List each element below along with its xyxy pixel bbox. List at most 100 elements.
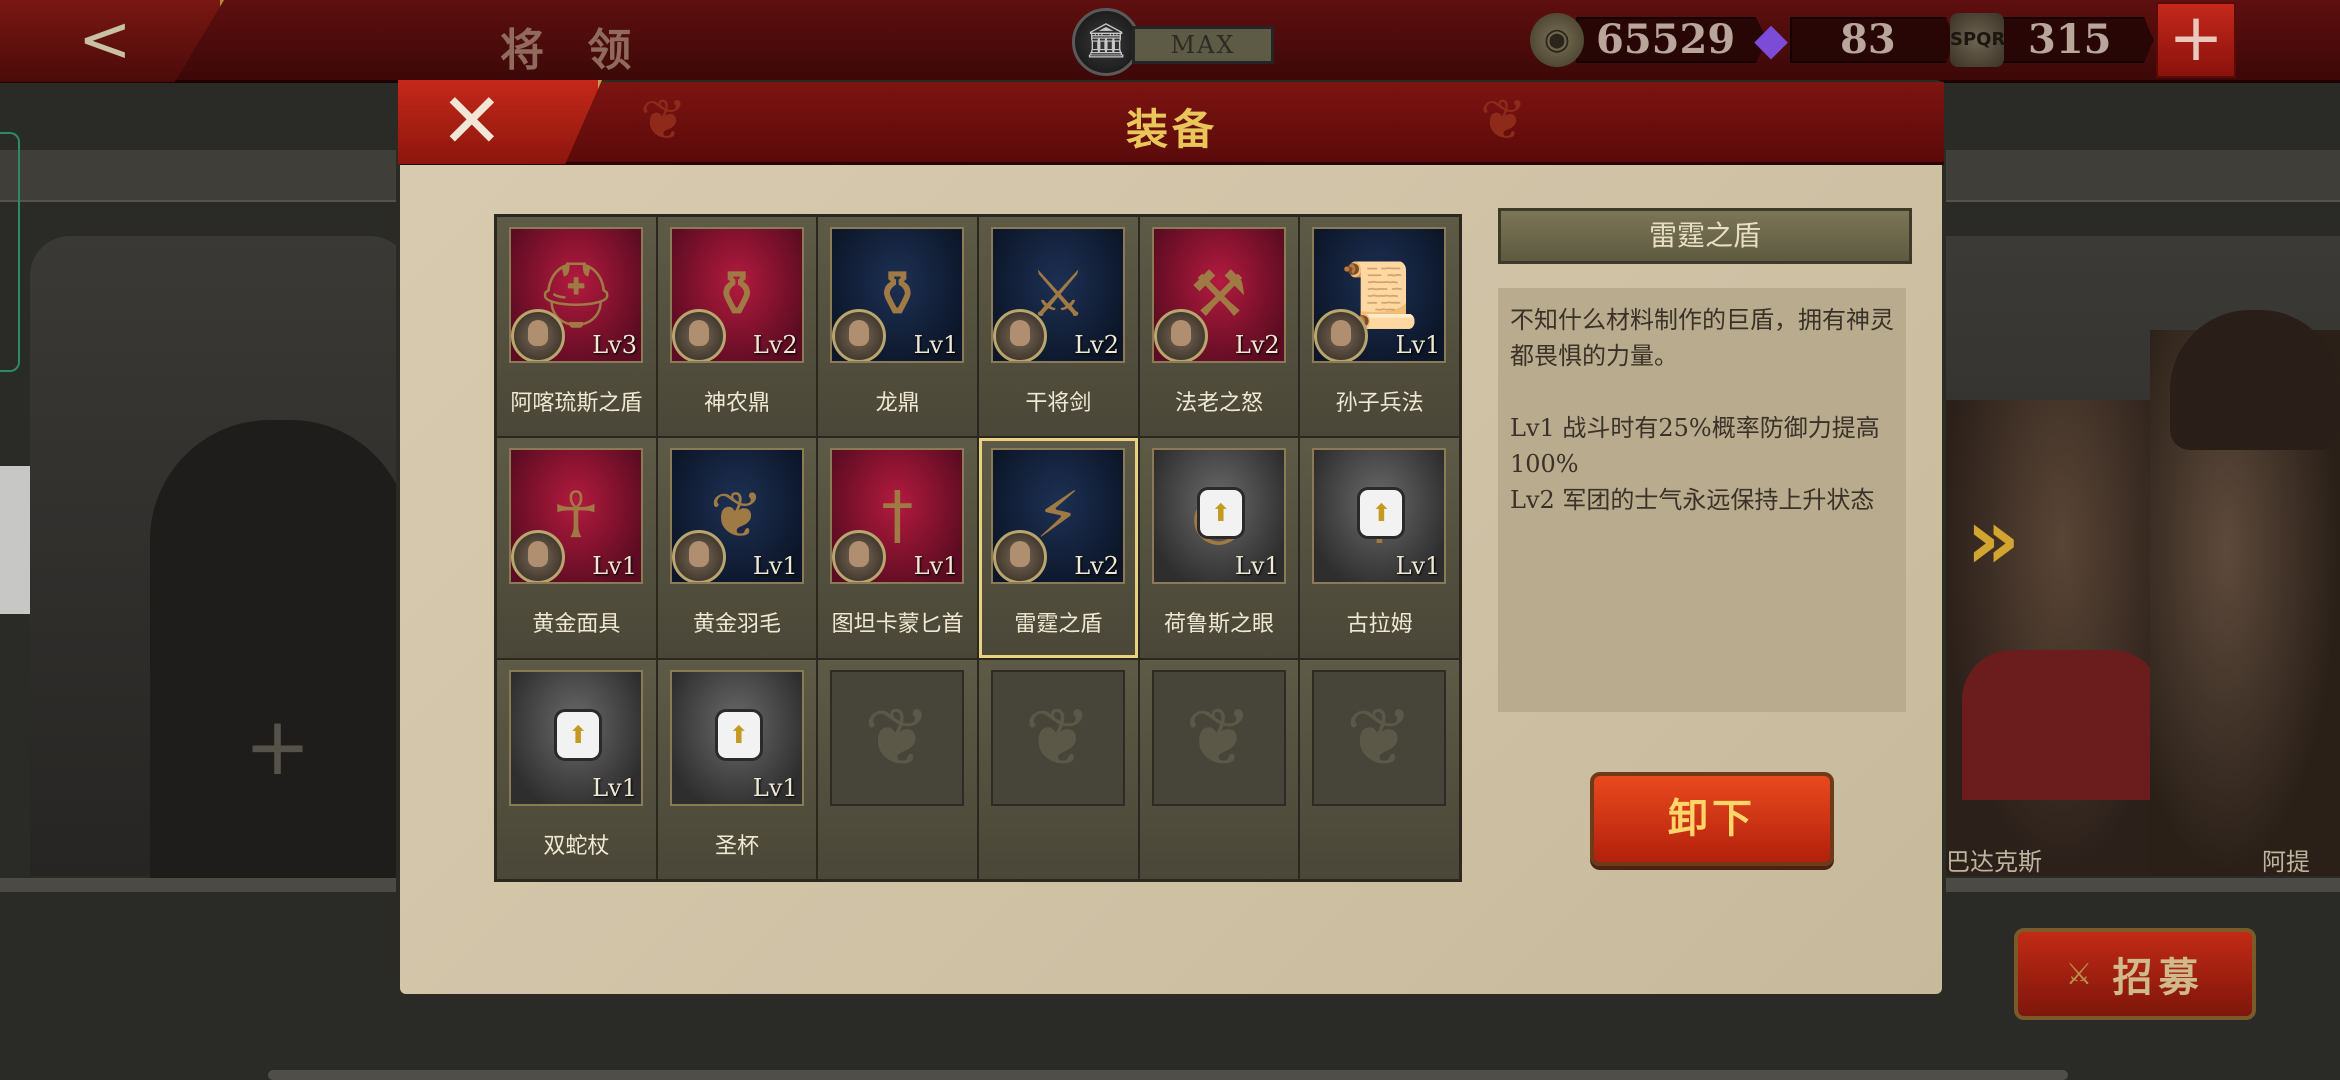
laurel-placeholder-icon: ❦ (991, 669, 1125, 806)
laurel-placeholder-icon: ❦ (830, 669, 965, 806)
item-name: 雷霆之盾 (1014, 612, 1103, 638)
back-button[interactable]: < (0, 0, 224, 82)
item-name: 图坦卡蒙匕首 (831, 612, 964, 638)
add-hero-icon[interactable]: + (244, 700, 311, 793)
gem-counter: ◆ 83 (1744, 10, 1956, 70)
equipment-slot[interactable]: ⚕⬆Lv1双蛇杖 (496, 658, 657, 880)
equipment-slot[interactable]: ♆⬆Lv1圣杯 (656, 658, 818, 880)
dialog-header: ❦ ❦ 装备 (400, 82, 1944, 165)
equipment-slot[interactable]: ⛑ Lv3 阿喀琉斯之盾 (496, 216, 657, 438)
unequip-button[interactable]: 卸下 (1590, 772, 1834, 866)
item-icon-frame: ⚱ Lv2 (669, 227, 804, 363)
laurel-placeholder-icon: ❦ (1151, 669, 1286, 806)
item-icon-frame: ◉⬆Lv1 (1151, 448, 1286, 585)
close-icon: ✕ (440, 76, 504, 165)
hero-name: 阿提 (2262, 848, 2310, 876)
equipment-slot[interactable]: ⚔ Lv2 干将剑 (978, 216, 1139, 438)
temple-icon: 🏛 (1072, 8, 1140, 76)
hero-avatar (993, 309, 1047, 361)
lock-icon: ⬆ (1199, 490, 1242, 537)
item-icon-frame: ☥ Lv1 (509, 448, 643, 585)
item-description-panel: 不知什么材料制作的巨盾，拥有神灵都畏惧的力量。 Lv1 战斗时有25%概率防御力… (1498, 288, 1906, 712)
back-arrow-icon: < (78, 3, 132, 77)
equipment-slot[interactable]: ◉⬆Lv1荷鲁斯之眼 (1138, 437, 1300, 659)
honor-counter: SPQR 315 (1950, 10, 2154, 70)
dialog-title: 装备 (1125, 105, 1218, 154)
item-icon-frame: ⚡ Lv2 (991, 448, 1125, 585)
coin-counter: ◉ 65529 (1530, 10, 1768, 70)
item-name: 圣杯 (714, 833, 759, 859)
hero-avatar (1314, 309, 1369, 361)
equipment-slot[interactable]: ❦ Lv1 黄金羽毛 (656, 437, 818, 659)
item-icon-frame: 📜 Lv1 (1312, 227, 1447, 363)
empty-equipment-slot[interactable]: ❦ (978, 658, 1139, 880)
item-level: Lv3 (592, 331, 637, 359)
equipment-slot[interactable]: ⚱ Lv2 神农鼎 (656, 216, 818, 438)
next-arrow-icon[interactable]: » (1966, 490, 2020, 588)
item-name: 黄金羽毛 (692, 612, 781, 638)
equipment-slot[interactable]: † Lv1 图坦卡蒙匕首 (817, 437, 978, 659)
empty-equipment-slot[interactable]: ❦ (1299, 658, 1460, 880)
scroll-track[interactable] (268, 1070, 2068, 1080)
item-level: Lv1 (1395, 331, 1441, 359)
coin-amount: 65529 (1576, 17, 1768, 63)
item-name: 古拉姆 (1346, 612, 1413, 638)
item-title: 雷霆之盾 (1498, 208, 1912, 264)
lock-icon: ⬆ (557, 711, 599, 758)
item-description: 不知什么材料制作的巨盾，拥有神灵都畏惧的力量。 (1510, 306, 1894, 370)
item-icon-frame: ⚱ Lv1 (830, 227, 965, 363)
item-name: 法老之怒 (1174, 391, 1263, 416)
item-name: 神农鼎 (703, 391, 770, 416)
honor-amount: 315 (1996, 17, 2154, 63)
item-icon-frame: ❦ Lv1 (669, 448, 804, 585)
item-name: 龙鼎 (875, 391, 920, 416)
lock-icon: ⬆ (1360, 490, 1403, 537)
item-level: Lv2 (752, 331, 798, 359)
add-currency-button[interactable]: + (2156, 2, 2236, 78)
gem-amount: 83 (1790, 17, 1956, 63)
spartan-helmet-icon: ⚔ (2065, 956, 2099, 992)
item-name: 荷鲁斯之眼 (1163, 612, 1274, 638)
hero-portrait[interactable] (1942, 400, 2182, 876)
equipment-slot[interactable]: ☥ Lv1 黄金面具 (496, 437, 657, 659)
item-name: 干将剑 (1025, 391, 1092, 416)
hero-avatar (832, 309, 887, 361)
recruit-label: 招募 (2112, 954, 2205, 1001)
item-level: Lv1 (913, 552, 959, 581)
item-level: Lv1 (592, 773, 637, 802)
coin-icon: ◉ (1530, 13, 1584, 67)
item-level: Lv1 (752, 552, 798, 581)
item-name: 双蛇杖 (543, 833, 610, 859)
equipment-slot[interactable]: †⬆Lv1古拉姆 (1299, 437, 1460, 659)
hero-silhouette (150, 420, 410, 880)
item-level: Lv2 (1234, 331, 1280, 359)
recruit-button[interactable]: ⚔ 招募 (2014, 928, 2256, 1020)
item-level: Lv2 (1074, 331, 1119, 359)
hero-avatar (993, 530, 1047, 583)
item-icon-frame: ⛑ Lv3 (509, 227, 643, 363)
top-bar: < 将 领 🏛 MAX ◉ 65529 ◆ 83 SPQR 315 + (0, 0, 2340, 83)
equipment-slot[interactable]: 📜 Lv1 孙子兵法 (1299, 216, 1460, 438)
item-level: Lv1 (913, 331, 959, 359)
lock-icon: ⬆ (717, 711, 760, 758)
equipment-slot[interactable]: ⚒ Lv2 法老之怒 (1138, 216, 1300, 438)
item-level: Lv1 (1234, 552, 1280, 581)
hero-name: 巴达克斯 (1946, 848, 2042, 876)
item-name: 孙子兵法 (1335, 391, 1424, 416)
item-icon-frame: ⚔ Lv2 (991, 227, 1125, 363)
item-level: Lv1 (752, 773, 798, 802)
hero-avatar (671, 309, 726, 361)
empty-equipment-slot[interactable]: ❦ (1138, 658, 1300, 880)
gem-icon: ◆ (1754, 14, 1788, 65)
item-level: Lv2 (1074, 552, 1119, 581)
item-icon-frame: † Lv1 (830, 448, 965, 585)
laurel-placeholder-icon: ❦ (1312, 669, 1447, 806)
equipment-slot[interactable]: ⚱ Lv1 龙鼎 (817, 216, 978, 438)
level-2-effect: Lv2 军团的士气永远保持上升状态 (1510, 486, 1875, 514)
empty-equipment-slot[interactable]: ❦ (817, 658, 978, 880)
page-title: 将 领 (500, 25, 646, 76)
spqr-emblem-icon: SPQR (1950, 13, 2005, 67)
hero-portrait[interactable] (2150, 310, 2340, 876)
item-level: Lv1 (1395, 552, 1441, 581)
equipment-slot[interactable]: ⚡ Lv2 雷霆之盾 (978, 437, 1139, 659)
